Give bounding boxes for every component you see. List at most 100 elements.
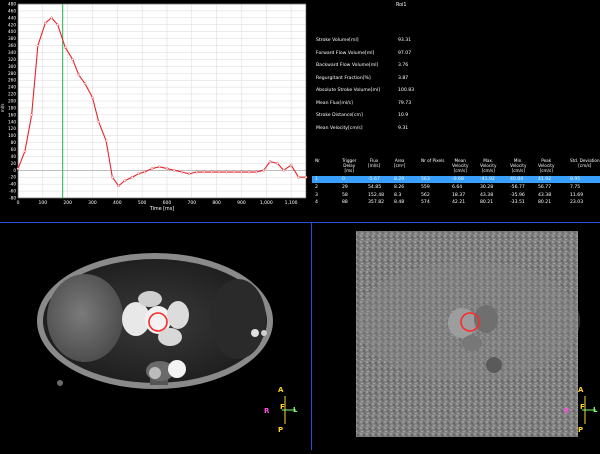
y-tick-label: 260 [8,78,16,83]
stat-label: Backward Flow Volume[ml] [316,63,379,68]
flow-data-point [188,172,191,176]
table-cell: -41.92 [480,177,495,182]
flow-data-point [158,165,161,169]
y-tick-label: 80 [11,140,17,145]
table-cell: 574 [421,200,430,206]
table-cell: 1 [315,177,318,182]
x-tick-label: 200 [63,200,72,206]
flow-data-point [137,172,140,176]
y-tick-label: 400 [8,29,16,34]
flow-statistics-panel: Roi1 Stroke Volume[ml] 93.31 Forward Flow … [312,0,600,150]
y-tick-label: 0 [13,168,16,173]
table-cell: 43.38 [538,192,552,198]
table-header-cell[interactable]: Nr of Pixels [421,158,444,163]
table-cell: 8.48 [394,200,405,206]
table-cell: 8.3 [394,192,402,198]
stat-label: Mean Flux[ml/s] [316,100,353,106]
x-tick-label: 800 [212,200,221,206]
table-cell: 41.92 [538,177,552,182]
flow-data-point [44,21,47,25]
table-cell: 4 [315,200,318,206]
flow-data-point [83,82,87,85]
table-row[interactable]: 1 0 -5.67 8.29 563 -0.68 -41.92 40.84 41.92 8.95 [312,176,600,183]
stat-label: Forward Flow Volume[ml] [316,50,375,56]
table-cell: 6.64 [452,184,463,190]
table-header-cell[interactable]: Max. Velocity [cm/s] [480,158,496,173]
flow-data-point [232,170,236,174]
table-header-cell[interactable]: Area [cm²] [394,158,405,168]
x-tick-label: 500 [138,200,147,206]
orientation-left: R [264,407,270,415]
table-cell: 18.37 [452,192,466,198]
phase-image-viewport[interactable]: A R F L P [312,223,600,450]
stat-label: Regurgitant Fraction[%] [316,75,371,81]
table-cell: 40.84 [510,177,524,182]
flow-data-point [30,113,33,117]
table-cell: 43.38 [480,192,494,198]
trigger-delay-table[interactable]: Nr Trigger Delay [ms] Flux [ml/s] Area [cm²… [312,156,600,216]
x-tick-label: 0 [17,200,20,206]
table-cell: 562 [421,192,430,198]
table-header-cell[interactable]: Flux [ml/s] [368,158,380,168]
table-cell: 152.48 [368,192,385,198]
flow-data-point [282,168,285,172]
orientation-bottom: P [278,426,284,434]
table-cell: 0 [342,177,345,182]
table-cell: 80.21 [538,200,552,206]
table-header-cell[interactable]: Peak Velocity [cm/s] [538,158,554,173]
flow-data-point [56,23,60,27]
x-tick-label: 700 [187,200,196,206]
flow-data-point [255,170,258,174]
flow-data-point [143,170,146,174]
flow-data-point [202,170,206,174]
y-tick-label: 300 [8,64,16,69]
table-cell: 8.29 [394,177,405,182]
stat-value: 79.73 [398,100,412,106]
table-row[interactable]: 4 88 357.82 8.48 574 42.21 80.21 -33.51 80.21 23.… [312,199,600,206]
stat-value: 97.07 [398,50,412,56]
table-header-cell[interactable]: Nr [315,158,320,163]
stat-label: Stroke Distance[cm] [316,113,363,118]
table-cell: 29 [342,184,348,190]
y-tick-label: 480 [8,2,16,7]
table-header-cell[interactable]: Mean Velocity [cm/s] [452,158,468,173]
x-tick-label: 400 [113,200,122,206]
stat-label: Mean Velocity[cm/s] [316,125,363,131]
table-cell: 8.95 [570,177,581,182]
y-tick-label: -20 [9,175,16,180]
flow-data-point [117,184,120,188]
flow-data-point [180,170,184,174]
flow-data-point [77,73,81,77]
flow-data-point [71,58,74,61]
magnitude-image-viewport[interactable]: A R F L P [0,223,311,450]
flow-data-point [165,167,169,170]
stat-value: 9.31 [398,125,409,131]
table-cell: -56.77 [510,184,525,190]
table-row[interactable]: 2 29 54.85 8.26 559 6.64 30.28 -56.77 56.77 7.75 [312,184,600,191]
flow-curve-chart[interactable]: 0 100 200 300 400 500 600 700 800 900 1,000 1,100 -8… [0,0,310,222]
table-header-cell[interactable]: Trigger Delay [ms] [342,158,356,173]
table-cell: -33.51 [510,200,525,206]
flow-data-point [111,175,114,179]
x-tick-label: 1,100 [285,200,298,206]
y-tick-label: 40 [11,154,17,159]
orientation-top-phase: A [578,386,584,394]
flow-data-point [36,44,40,47]
x-tick-label: 900 [237,200,246,206]
y-tick-label: 20 [11,161,17,166]
x-tick-label: 300 [88,200,97,206]
flow-data-point [63,46,67,49]
y-tick-label: 340 [8,50,16,55]
table-header-cell[interactable]: Std. Deviation [cm/s] [570,158,600,168]
table-header-cell[interactable]: Min. Velocity [cm/s] [510,158,526,173]
table-row[interactable]: 3 58 152.48 8.3 562 18.37 43.38 -35.96 43.38 11.6… [312,192,600,199]
flow-data-point [247,170,251,174]
x-axis-label: Time [ms] [149,206,174,212]
flow-data-point [91,96,94,99]
table-cell: 3 [315,192,318,198]
table-cell: 58 [342,192,348,198]
body-section [37,253,273,389]
stat-label: Absolute Stroke Volume[ml] [316,88,381,93]
x-tick-label: 1,000 [260,200,273,206]
y-tick-label: 100 [8,133,16,138]
